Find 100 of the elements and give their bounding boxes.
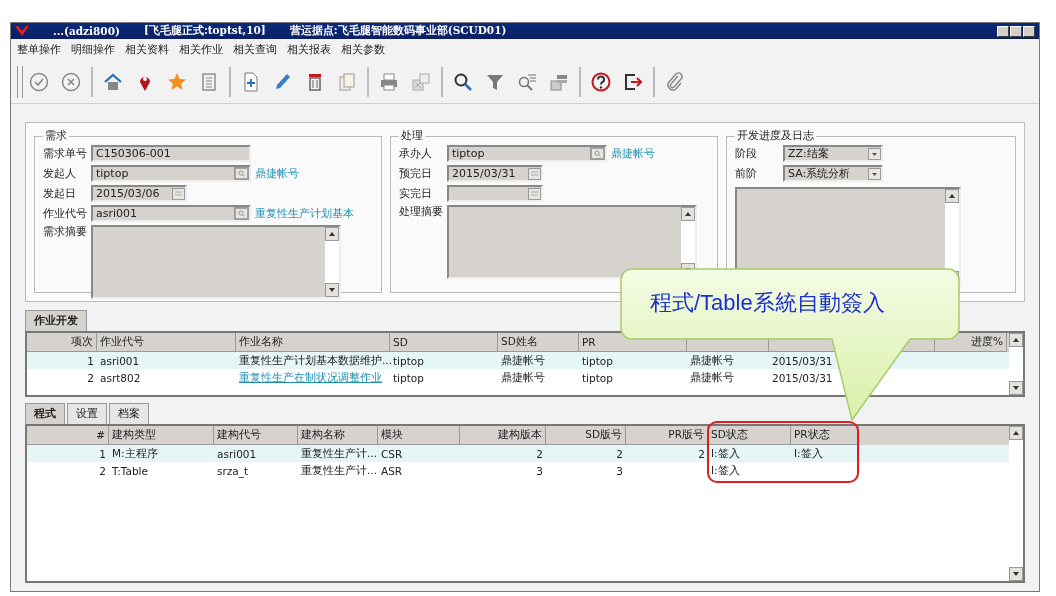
scrollbar[interactable] [1009, 333, 1023, 395]
table-cell-text: I:签入 [710, 462, 741, 478]
link[interactable]: 鼎捷帐号 [611, 146, 655, 161]
confirm-icon[interactable] [29, 72, 49, 92]
group-title: 开发进度及日志 [736, 129, 815, 143]
menu-item[interactable]: 相关作业 [179, 43, 223, 57]
scrollbar[interactable] [1009, 426, 1023, 581]
field-label: 作业代号 [43, 206, 87, 221]
date-field[interactable]: 2015/03/06 [91, 185, 187, 202]
text-area[interactable] [91, 225, 341, 299]
table-cell-text: ASR [380, 463, 404, 479]
home-icon[interactable] [103, 72, 123, 92]
calendar-icon[interactable] [528, 187, 541, 200]
link[interactable]: 鼎捷帐号 [255, 166, 299, 181]
field-label: 前阶 [735, 166, 758, 181]
lookup-field[interactable]: tiptop [447, 145, 607, 162]
table-cell-text: 2 [615, 446, 624, 462]
exit-icon[interactable] [623, 72, 643, 92]
field-label: 承办人 [399, 146, 433, 161]
cancel-icon[interactable] [61, 72, 81, 92]
table-cell-text: 鼎捷帐号 [500, 369, 546, 385]
window-title: [飞毛腿正式:toptst,10] [143, 24, 266, 38]
field-label: 发起人 [43, 166, 77, 181]
input-field[interactable]: C150306-001 [91, 145, 251, 162]
menu-item[interactable]: 相关资料 [125, 43, 169, 57]
query-list-icon[interactable] [517, 72, 537, 92]
field-label: 处理摘要 [399, 205, 443, 219]
table-cell-text: M:主程序 [111, 445, 159, 461]
text-area[interactable] [447, 205, 697, 279]
callout-text: 程式/Table系統自動簽入 [650, 289, 885, 317]
table-row[interactable]: 1 M:主程序 asri001 重复性生产计... CSR 2 2 2 I:签入 I:签入 [27, 445, 1009, 462]
table-link[interactable]: 重复性生产在制状况调整作业 [236, 369, 390, 386]
date-field[interactable] [447, 185, 543, 202]
stack-icon[interactable] [549, 72, 569, 92]
menu-item[interactable]: 相关报表 [287, 43, 331, 57]
table-cell-text: 鼎捷帐号 [500, 352, 546, 368]
field-label: 阶段 [735, 146, 758, 161]
tab[interactable]: 程式 [25, 403, 65, 424]
dropdown-field[interactable]: SA:系统分析 [783, 165, 883, 182]
table-cell-text: 1 [98, 446, 107, 462]
window-title: 营运据点:飞毛腿智能数码事业部(SCUD01) [289, 24, 507, 38]
table-cell-text: 重复性生产计... [300, 462, 378, 478]
table-cell-text: 3 [535, 463, 544, 479]
copy-icon[interactable] [337, 72, 357, 92]
lookup-field[interactable]: asri001 [91, 205, 251, 222]
table-cell-text: 2 [86, 370, 95, 386]
search-icon[interactable] [453, 72, 473, 92]
table-cell-text: 2 [535, 446, 544, 462]
dropdown-field[interactable]: ZZ:结案 [783, 145, 883, 162]
menu-item[interactable]: 整单操作 [17, 43, 61, 57]
field-label: 需求摘要 [43, 225, 87, 239]
table-cell-text: asri001 [99, 353, 141, 369]
add-document-icon[interactable] [241, 72, 261, 92]
table-cell-text: 2015/03/31 [771, 353, 834, 369]
group-title: 处理 [400, 129, 424, 143]
menu-item[interactable]: 相关参数 [341, 43, 385, 57]
table-row[interactable]: 1 asri001 重复性生产计划基本数据维护...tiptop 鼎捷帐号 tiptop 鼎捷帐号 2015/03/31 [27, 352, 1009, 369]
table-cell-text: 2015/03/31 [771, 370, 834, 386]
date-field[interactable]: 2015/03/31 [447, 165, 543, 182]
menu-item[interactable]: 明细操作 [71, 43, 115, 57]
window-title: ...(adzi800) [53, 25, 120, 37]
star-icon[interactable] [167, 72, 187, 92]
table-cell-text: 2 [98, 463, 107, 479]
table-cell-text: I:签入 [710, 445, 741, 461]
table-cell-text: tiptop [581, 370, 614, 386]
link[interactable]: 重复性生产计划基本 [255, 206, 354, 221]
table-cell-text: asri001 [216, 446, 258, 462]
menu-item[interactable]: 相关查询 [233, 43, 277, 57]
table-cell-text: 鼎捷帐号 [689, 352, 735, 368]
table-cell-text: 重复性生产计划基本数据维护... [238, 352, 390, 368]
paperclip-icon[interactable] [665, 72, 685, 92]
table-cell-text: tiptop [581, 353, 614, 369]
field-label: 预完日 [399, 166, 433, 181]
close-button[interactable] [1023, 25, 1035, 37]
logo-icon [15, 25, 29, 37]
help-icon[interactable] [591, 72, 611, 92]
table-cell-text: T:Table [111, 463, 149, 479]
table-cell-text: 2 [697, 446, 706, 462]
lookup-field[interactable]: tiptop [91, 165, 251, 182]
table-cell-text: I:签入 [793, 445, 824, 461]
field-label: 需求单号 [43, 146, 87, 161]
table-cell-text: 1 [86, 353, 95, 369]
export-icon[interactable] [411, 72, 431, 92]
table-cell-text: 3 [615, 463, 624, 479]
pencil-icon[interactable] [273, 72, 293, 92]
table-cell-text: tiptop [392, 370, 425, 386]
calendar-icon[interactable] [172, 187, 185, 200]
calendar-icon[interactable] [528, 167, 541, 180]
list-icon[interactable] [199, 72, 219, 92]
table-cell-text: 重复性生产计... [300, 445, 378, 461]
field-label: 发起日 [43, 186, 77, 201]
tab[interactable]: 作业开发 [25, 310, 87, 331]
filter-icon[interactable] [485, 72, 505, 92]
group-title: 需求 [44, 129, 68, 143]
maximize-button[interactable] [1010, 25, 1022, 37]
tab[interactable]: 设置 [67, 403, 107, 424]
tab[interactable]: 档案 [109, 403, 149, 424]
printer-icon[interactable] [379, 72, 399, 92]
minimize-button[interactable] [997, 25, 1009, 37]
table-cell-text: CSR [380, 446, 404, 462]
